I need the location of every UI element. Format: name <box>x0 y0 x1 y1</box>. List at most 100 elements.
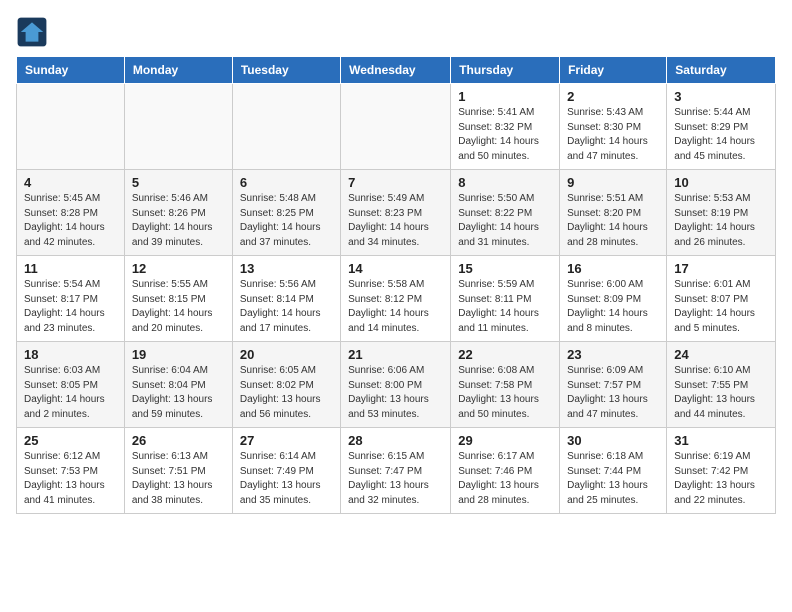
day-info: Sunrise: 6:05 AM Sunset: 8:02 PM Dayligh… <box>240 364 333 422</box>
day-info: Sunrise: 5:58 AM Sunset: 8:12 PM Dayligh… <box>348 278 443 336</box>
week-row-3: 11 Sunrise: 5:54 AM Sunset: 8:17 PM Dayli… <box>17 256 776 342</box>
day-number: 31 <box>674 433 768 448</box>
day-info: Sunrise: 5:41 AM Sunset: 8:32 PM Dayligh… <box>458 106 552 164</box>
day-number: 14 <box>348 261 443 276</box>
day-info: Sunrise: 6:18 AM Sunset: 7:44 PM Dayligh… <box>567 450 659 508</box>
calendar-cell: 21 Sunrise: 6:06 AM Sunset: 8:00 PM Dayli… <box>341 342 451 428</box>
calendar-cell: 22 Sunrise: 6:08 AM Sunset: 7:58 PM Dayli… <box>451 342 560 428</box>
calendar-cell: 10 Sunrise: 5:53 AM Sunset: 8:19 PM Dayli… <box>667 170 776 256</box>
day-info: Sunrise: 5:54 AM Sunset: 8:17 PM Dayligh… <box>24 278 117 336</box>
calendar-cell: 23 Sunrise: 6:09 AM Sunset: 7:57 PM Dayli… <box>560 342 667 428</box>
day-number: 5 <box>132 175 225 190</box>
week-row-4: 18 Sunrise: 6:03 AM Sunset: 8:05 PM Dayli… <box>17 342 776 428</box>
week-row-2: 4 Sunrise: 5:45 AM Sunset: 8:28 PM Daylig… <box>17 170 776 256</box>
day-info: Sunrise: 5:44 AM Sunset: 8:29 PM Dayligh… <box>674 106 768 164</box>
calendar-cell: 26 Sunrise: 6:13 AM Sunset: 7:51 PM Dayli… <box>124 428 232 514</box>
day-info: Sunrise: 5:51 AM Sunset: 8:20 PM Dayligh… <box>567 192 659 250</box>
calendar-cell: 14 Sunrise: 5:58 AM Sunset: 8:12 PM Dayli… <box>341 256 451 342</box>
day-info: Sunrise: 6:17 AM Sunset: 7:46 PM Dayligh… <box>458 450 552 508</box>
day-number: 20 <box>240 347 333 362</box>
col-header-monday: Monday <box>124 57 232 84</box>
day-number: 27 <box>240 433 333 448</box>
calendar-cell: 4 Sunrise: 5:45 AM Sunset: 8:28 PM Daylig… <box>17 170 125 256</box>
day-info: Sunrise: 6:06 AM Sunset: 8:00 PM Dayligh… <box>348 364 443 422</box>
col-header-saturday: Saturday <box>667 57 776 84</box>
col-header-thursday: Thursday <box>451 57 560 84</box>
day-number: 16 <box>567 261 659 276</box>
day-info: Sunrise: 5:53 AM Sunset: 8:19 PM Dayligh… <box>674 192 768 250</box>
col-header-wednesday: Wednesday <box>341 57 451 84</box>
calendar-cell: 3 Sunrise: 5:44 AM Sunset: 8:29 PM Daylig… <box>667 84 776 170</box>
day-info: Sunrise: 5:43 AM Sunset: 8:30 PM Dayligh… <box>567 106 659 164</box>
day-number: 30 <box>567 433 659 448</box>
logo-icon <box>16 16 48 48</box>
calendar-cell: 27 Sunrise: 6:14 AM Sunset: 7:49 PM Dayli… <box>232 428 340 514</box>
calendar-cell: 7 Sunrise: 5:49 AM Sunset: 8:23 PM Daylig… <box>341 170 451 256</box>
day-number: 22 <box>458 347 552 362</box>
day-info: Sunrise: 5:56 AM Sunset: 8:14 PM Dayligh… <box>240 278 333 336</box>
day-info: Sunrise: 6:10 AM Sunset: 7:55 PM Dayligh… <box>674 364 768 422</box>
calendar-cell: 9 Sunrise: 5:51 AM Sunset: 8:20 PM Daylig… <box>560 170 667 256</box>
day-number: 3 <box>674 89 768 104</box>
day-info: Sunrise: 5:59 AM Sunset: 8:11 PM Dayligh… <box>458 278 552 336</box>
calendar-cell <box>341 84 451 170</box>
calendar-cell: 25Sunrise: 6:12 AM Sunset: 7:53 PM Dayli… <box>17 428 125 514</box>
day-number: 19 <box>132 347 225 362</box>
day-number: 9 <box>567 175 659 190</box>
calendar-cell: 5Sunrise: 5:46 AM Sunset: 8:26 PM Daylig… <box>124 170 232 256</box>
day-number: 13 <box>240 261 333 276</box>
week-row-5: 25Sunrise: 6:12 AM Sunset: 7:53 PM Dayli… <box>17 428 776 514</box>
calendar-cell <box>124 84 232 170</box>
day-info: Sunrise: 6:15 AM Sunset: 7:47 PM Dayligh… <box>348 450 443 508</box>
calendar-cell: 13 Sunrise: 5:56 AM Sunset: 8:14 PM Dayli… <box>232 256 340 342</box>
day-info: Sunrise: 5:45 AM Sunset: 8:28 PM Dayligh… <box>24 192 117 250</box>
day-number: 21 <box>348 347 443 362</box>
day-number: 23 <box>567 347 659 362</box>
day-number: 8 <box>458 175 552 190</box>
col-header-tuesday: Tuesday <box>232 57 340 84</box>
calendar-cell: 2 Sunrise: 5:43 AM Sunset: 8:30 PM Daylig… <box>560 84 667 170</box>
calendar-cell: 1 Sunrise: 5:41 AM Sunset: 8:32 PM Daylig… <box>451 84 560 170</box>
calendar-cell: 6Sunrise: 5:48 AM Sunset: 8:25 PM Daylig… <box>232 170 340 256</box>
day-info: Sunrise: 6:19 AM Sunset: 7:42 PM Dayligh… <box>674 450 768 508</box>
day-number: 7 <box>348 175 443 190</box>
day-number: 15 <box>458 261 552 276</box>
day-number: 12 <box>132 261 225 276</box>
day-info: Sunrise: 6:03 AM Sunset: 8:05 PM Dayligh… <box>24 364 117 422</box>
calendar-cell: 20 Sunrise: 6:05 AM Sunset: 8:02 PM Dayli… <box>232 342 340 428</box>
day-info: Sunrise: 5:55 AM Sunset: 8:15 PM Dayligh… <box>132 278 225 336</box>
day-number: 18 <box>24 347 117 362</box>
col-header-sunday: Sunday <box>17 57 125 84</box>
day-info: Sunrise: 6:08 AM Sunset: 7:58 PM Dayligh… <box>458 364 552 422</box>
calendar-cell: 12 Sunrise: 5:55 AM Sunset: 8:15 PM Dayli… <box>124 256 232 342</box>
day-number: 2 <box>567 89 659 104</box>
calendar-cell: 31 Sunrise: 6:19 AM Sunset: 7:42 PM Dayli… <box>667 428 776 514</box>
day-number: 24 <box>674 347 768 362</box>
calendar-cell: 15 Sunrise: 5:59 AM Sunset: 8:11 PM Dayli… <box>451 256 560 342</box>
calendar-cell: 16Sunrise: 6:00 AM Sunset: 8:09 PM Dayli… <box>560 256 667 342</box>
day-info: Sunrise: 6:13 AM Sunset: 7:51 PM Dayligh… <box>132 450 225 508</box>
calendar-cell: 17Sunrise: 6:01 AM Sunset: 8:07 PM Dayli… <box>667 256 776 342</box>
calendar-cell: 28 Sunrise: 6:15 AM Sunset: 7:47 PM Dayli… <box>341 428 451 514</box>
calendar-cell: 29 Sunrise: 6:17 AM Sunset: 7:46 PM Dayli… <box>451 428 560 514</box>
week-row-1: 1 Sunrise: 5:41 AM Sunset: 8:32 PM Daylig… <box>17 84 776 170</box>
day-number: 1 <box>458 89 552 104</box>
day-number: 10 <box>674 175 768 190</box>
calendar-cell <box>17 84 125 170</box>
day-info: Sunrise: 6:09 AM Sunset: 7:57 PM Dayligh… <box>567 364 659 422</box>
day-number: 26 <box>132 433 225 448</box>
day-info: Sunrise: 5:49 AM Sunset: 8:23 PM Dayligh… <box>348 192 443 250</box>
header <box>16 16 776 48</box>
day-number: 11 <box>24 261 117 276</box>
day-number: 6 <box>240 175 333 190</box>
day-info: Sunrise: 6:12 AM Sunset: 7:53 PM Dayligh… <box>24 450 117 508</box>
day-number: 28 <box>348 433 443 448</box>
calendar-table: SundayMondayTuesdayWednesdayThursdayFrid… <box>16 56 776 514</box>
day-info: Sunrise: 6:01 AM Sunset: 8:07 PM Dayligh… <box>674 278 768 336</box>
calendar-cell: 11 Sunrise: 5:54 AM Sunset: 8:17 PM Dayli… <box>17 256 125 342</box>
calendar-cell: 18 Sunrise: 6:03 AM Sunset: 8:05 PM Dayli… <box>17 342 125 428</box>
calendar-cell: 24 Sunrise: 6:10 AM Sunset: 7:55 PM Dayli… <box>667 342 776 428</box>
day-number: 4 <box>24 175 117 190</box>
day-info: Sunrise: 6:14 AM Sunset: 7:49 PM Dayligh… <box>240 450 333 508</box>
day-number: 29 <box>458 433 552 448</box>
